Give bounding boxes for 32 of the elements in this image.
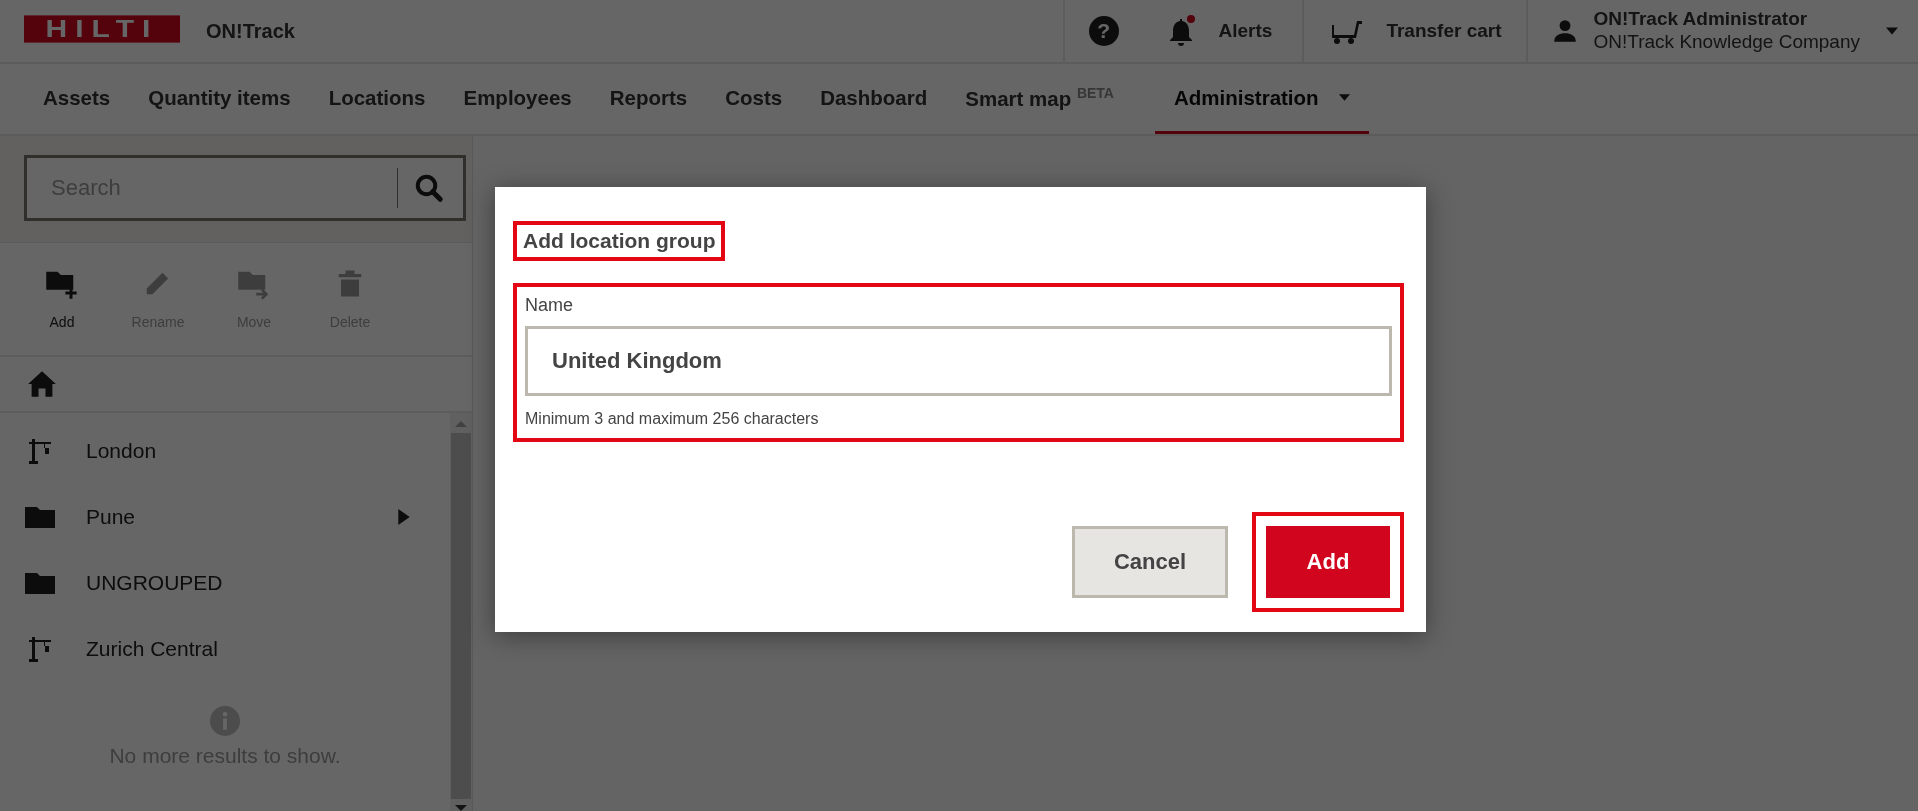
nav-tab[interactable]: Reports: [590, 64, 707, 134]
home-icon[interactable]: [27, 370, 57, 398]
nav-tab[interactable]: Dashboard: [801, 64, 947, 134]
nav-tab[interactable]: Costs: [706, 64, 802, 134]
user-icon: [1551, 18, 1578, 44]
help-icon[interactable]: ?: [1088, 16, 1119, 46]
caret-icon[interactable]: [1886, 27, 1898, 35]
alerts-button[interactable]: Alerts: [1142, 0, 1303, 62]
cancel-button[interactable]: Cancel: [1072, 526, 1228, 598]
transfer-cart-button[interactable]: Transfer cart: [1302, 0, 1526, 62]
nav-tab[interactable]: Employees: [444, 64, 591, 134]
add-tool-button[interactable]: Add: [14, 243, 110, 355]
logo: HILTI: [24, 15, 180, 43]
app-name: ON!Track: [206, 19, 295, 43]
name-input-field[interactable]: United Kingdom: [525, 326, 1392, 396]
nav-tab[interactable]: Assets: [24, 64, 130, 134]
field-label: Name: [525, 295, 574, 316]
location-item[interactable]: Zurich Central: [0, 616, 450, 682]
user-name: ON!Track Administrator: [1593, 8, 1809, 31]
field-hint: Minimum 3 and maximum 256 characters: [525, 410, 820, 428]
scrollbar[interactable]: [450, 413, 472, 811]
nav-tab[interactable]: Quantity items: [129, 64, 310, 134]
location-item[interactable]: UNGROUPED: [0, 550, 450, 616]
location-item[interactable]: Pune: [0, 484, 450, 550]
company-name: ON!Track Knowledge Company: [1593, 31, 1860, 54]
search-icon[interactable]: [414, 173, 444, 203]
location-item[interactable]: London: [0, 418, 450, 484]
nav-tab[interactable]: Locations: [309, 64, 445, 134]
add-button[interactable]: Add: [1266, 526, 1390, 598]
dialog-title: Add location group: [523, 229, 716, 252]
expand-arrow-icon[interactable]: [398, 509, 410, 525]
info-icon: [210, 706, 240, 736]
